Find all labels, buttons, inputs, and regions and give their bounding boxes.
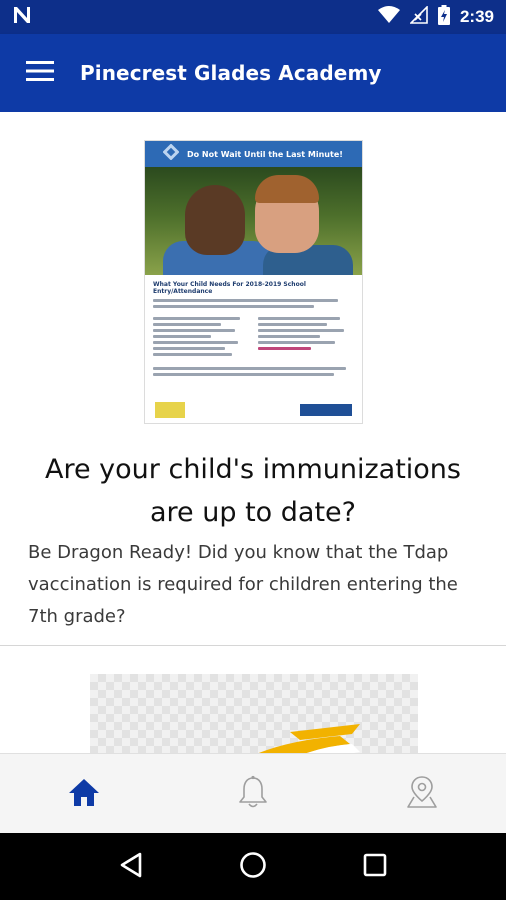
news-feed[interactable]: Do Not Wait Until the Last Minute! What … bbox=[0, 112, 506, 753]
post-body: Be Dragon Ready! Did you know that the T… bbox=[28, 542, 458, 627]
hamburger-menu-icon bbox=[26, 60, 54, 86]
immunization-flyer-image[interactable]: Do Not Wait Until the Last Minute! What … bbox=[144, 140, 363, 424]
wifi-icon bbox=[377, 6, 400, 28]
app-bar: Pinecrest Glades Academy bbox=[0, 34, 506, 112]
home-icon bbox=[68, 777, 100, 811]
app-title: Pinecrest Glades Academy bbox=[80, 61, 382, 85]
nav-home[interactable] bbox=[0, 754, 169, 833]
recents-icon bbox=[363, 853, 387, 881]
menu-button[interactable] bbox=[0, 34, 80, 112]
bell-icon bbox=[238, 775, 268, 813]
status-bar: 2:39 bbox=[0, 0, 506, 34]
post-headline: Are your child's immunizations are up to… bbox=[45, 454, 461, 528]
florida-health-logo bbox=[155, 402, 185, 418]
bottom-navigation bbox=[0, 753, 506, 833]
system-home-button[interactable] bbox=[233, 847, 273, 887]
flyer-body: What Your Child Needs For 2018-2019 Scho… bbox=[145, 275, 362, 385]
flyer-footer bbox=[145, 397, 362, 423]
flyer-banner-text: Do Not Wait Until the Last Minute! bbox=[187, 149, 343, 159]
system-recents-button[interactable] bbox=[355, 847, 395, 887]
school-district-logo bbox=[300, 404, 352, 416]
nav-location[interactable] bbox=[337, 754, 506, 833]
battery-charging-icon bbox=[437, 5, 450, 29]
post-divider bbox=[0, 645, 506, 646]
flyer-banner: Do Not Wait Until the Last Minute! bbox=[145, 141, 362, 167]
no-signal-icon bbox=[409, 5, 428, 28]
health-logo-icon bbox=[162, 143, 180, 164]
nav-notifications[interactable] bbox=[169, 754, 338, 833]
status-time: 2:39 bbox=[459, 7, 494, 26]
next-post-image[interactable] bbox=[90, 674, 418, 753]
back-icon bbox=[119, 852, 143, 882]
flyer-subheading: What Your Child Needs For 2018-2019 Scho… bbox=[153, 281, 306, 295]
flyer-photo bbox=[145, 167, 362, 275]
system-navigation-bar bbox=[0, 833, 506, 900]
system-back-button[interactable] bbox=[111, 847, 151, 887]
map-pin-icon bbox=[406, 775, 438, 813]
n-logo-icon bbox=[12, 6, 32, 28]
home-circle-icon bbox=[239, 851, 267, 883]
